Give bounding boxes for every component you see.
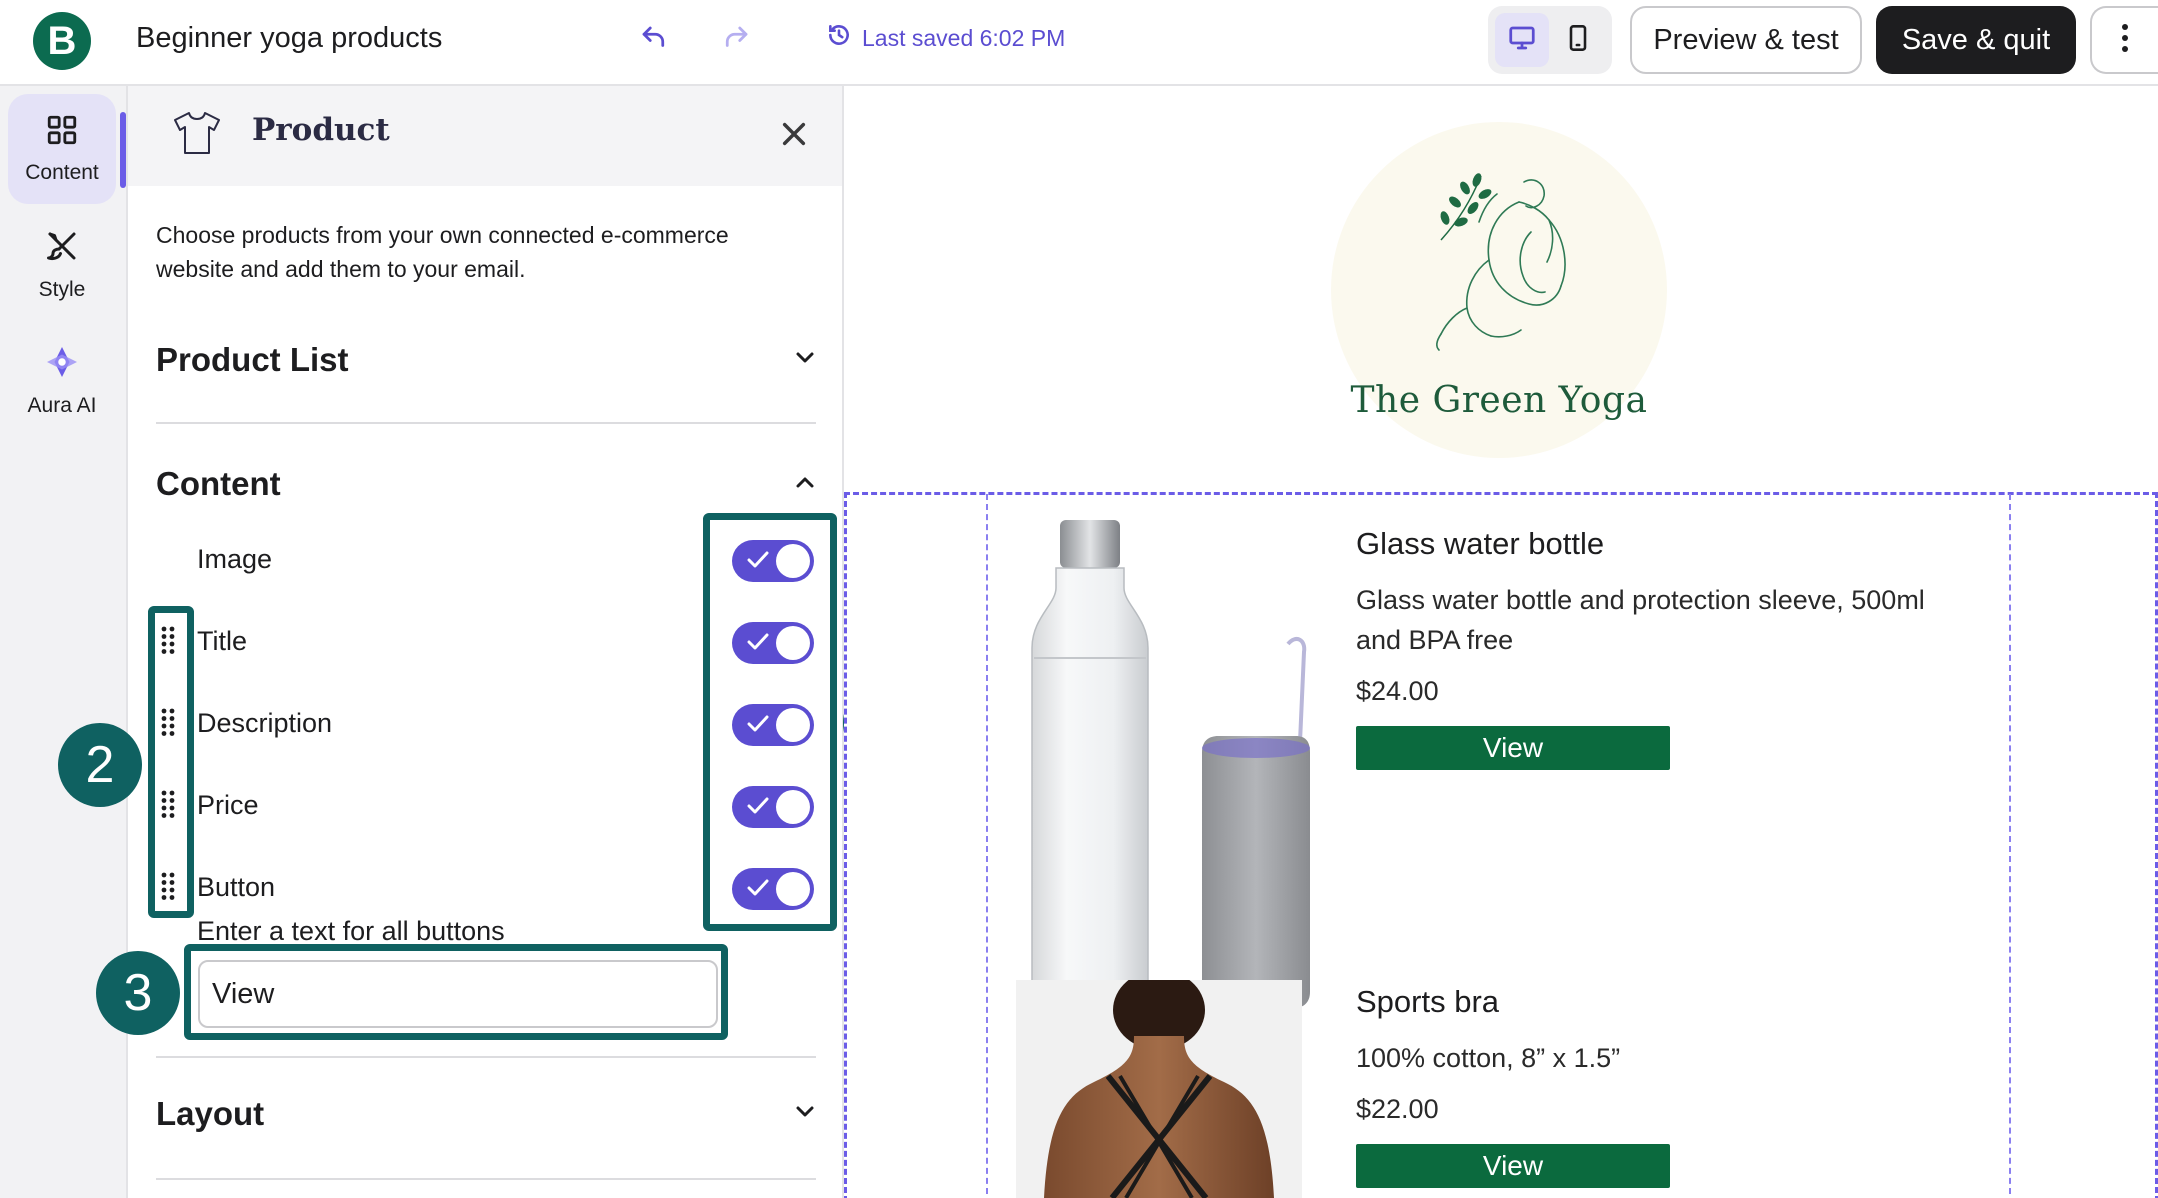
toggle-title[interactable]	[732, 622, 814, 664]
section-product-list[interactable]: Product List	[156, 330, 816, 390]
rail-item-aura-ai[interactable]: Aura AI	[8, 326, 116, 436]
content-row-label: Description	[197, 708, 333, 738]
divider	[156, 1056, 816, 1058]
brand-logo: The Green Yoga	[1331, 122, 1667, 458]
product-image-water-bottle	[1031, 520, 1310, 1011]
desktop-icon	[1507, 23, 1537, 58]
desktop-view-button[interactable]	[1495, 13, 1549, 67]
divider	[156, 1178, 816, 1180]
product-image-sports-bra	[1016, 980, 1302, 1198]
close-icon[interactable]	[774, 114, 814, 154]
mobile-view-button[interactable]	[1551, 13, 1605, 67]
divider	[156, 422, 816, 424]
active-indicator	[120, 112, 126, 188]
column-guide-right	[2009, 494, 2011, 1198]
chevron-down-icon	[794, 1105, 816, 1124]
product-price[interactable]: $22.00	[1356, 1094, 1439, 1125]
section-title: Product List	[156, 341, 349, 378]
product-price[interactable]: $24.00	[1356, 676, 1439, 707]
content-row-label: Title	[197, 626, 248, 656]
brush-icon	[44, 228, 80, 270]
button-text-label: Enter a text for all buttons	[197, 916, 505, 946]
chevron-down-icon	[794, 351, 816, 370]
last-saved-status: Last saved 6:02 PM	[826, 22, 1065, 54]
brand-name: The Green Yoga	[1350, 380, 1648, 421]
toggle-description[interactable]	[732, 704, 814, 746]
product-view-button[interactable]: View	[1356, 1144, 1670, 1188]
drag-handle-icon[interactable]	[161, 872, 175, 900]
more-options-button[interactable]	[2090, 6, 2158, 74]
content-row-label: Image	[197, 544, 273, 574]
history-icon	[826, 22, 852, 54]
product-title[interactable]: Glass water bottle	[1356, 526, 1604, 562]
left-rail: Content Style Aura AI	[0, 86, 128, 1198]
tshirt-icon	[172, 110, 222, 161]
rail-item-style[interactable]: Style	[8, 210, 116, 320]
save-quit-button[interactable]: Save & quit	[1876, 6, 2076, 74]
grid-icon	[45, 113, 79, 153]
section-title: Layout	[156, 1095, 265, 1132]
leaves-icon	[1440, 173, 1492, 241]
toggle-image[interactable]	[732, 540, 814, 582]
rail-item-label: Content	[25, 161, 99, 184]
preview-test-button[interactable]: Preview & test	[1630, 6, 1862, 74]
drag-handle-icon[interactable]	[161, 708, 175, 736]
top-bar: B Beginner yoga products Last saved 6:02…	[0, 0, 2158, 86]
rail-item-content[interactable]: Content	[8, 94, 116, 204]
product-description[interactable]: Glass water bottle and protection sleeve…	[1356, 580, 1956, 660]
toggle-price[interactable]	[732, 786, 814, 828]
undo-icon[interactable]	[634, 18, 674, 58]
rail-item-label: Aura AI	[27, 394, 97, 417]
product-view-button[interactable]: View	[1356, 726, 1670, 770]
brevo-logo[interactable]: B	[33, 12, 91, 70]
rail-item-label: Style	[38, 278, 86, 301]
email-preview: The Green Yoga Glass water bottle Glass …	[844, 86, 2158, 1198]
last-saved-text: Last saved 6:02 PM	[862, 24, 1066, 51]
content-row-label: Price	[197, 790, 259, 820]
drag-handle-icon[interactable]	[161, 790, 175, 818]
drag-handle-icon[interactable]	[161, 626, 175, 654]
section-layout[interactable]: Layout	[156, 1084, 816, 1144]
kebab-menu-icon	[2121, 23, 2129, 58]
product-title[interactable]: Sports bra	[1356, 984, 1499, 1020]
document-title[interactable]: Beginner yoga products	[136, 22, 442, 55]
callout-badge: 3	[96, 951, 180, 1035]
settings-panel: Product Choose products from your own co…	[128, 86, 844, 1198]
panel-intro: Choose products from your own connected …	[156, 222, 729, 282]
sparkle-icon	[44, 344, 80, 386]
mobile-icon	[1564, 23, 1592, 58]
section-title: Content	[156, 465, 281, 502]
section-content[interactable]: Content	[156, 454, 816, 514]
redo-icon[interactable]	[716, 18, 756, 58]
chevron-up-icon	[794, 475, 816, 494]
toggle-button[interactable]	[732, 868, 814, 910]
content-row-label: Button	[197, 872, 276, 902]
product-description[interactable]: 100% cotton, 8” x 1.5”	[1356, 1038, 1956, 1078]
button-text-input[interactable]	[198, 960, 718, 1028]
panel-title: Product	[252, 112, 390, 148]
device-toggle	[1488, 6, 1612, 74]
panel-header: Product	[128, 86, 842, 186]
callout-badge: 2	[58, 723, 142, 807]
column-guide-left	[986, 494, 988, 1198]
